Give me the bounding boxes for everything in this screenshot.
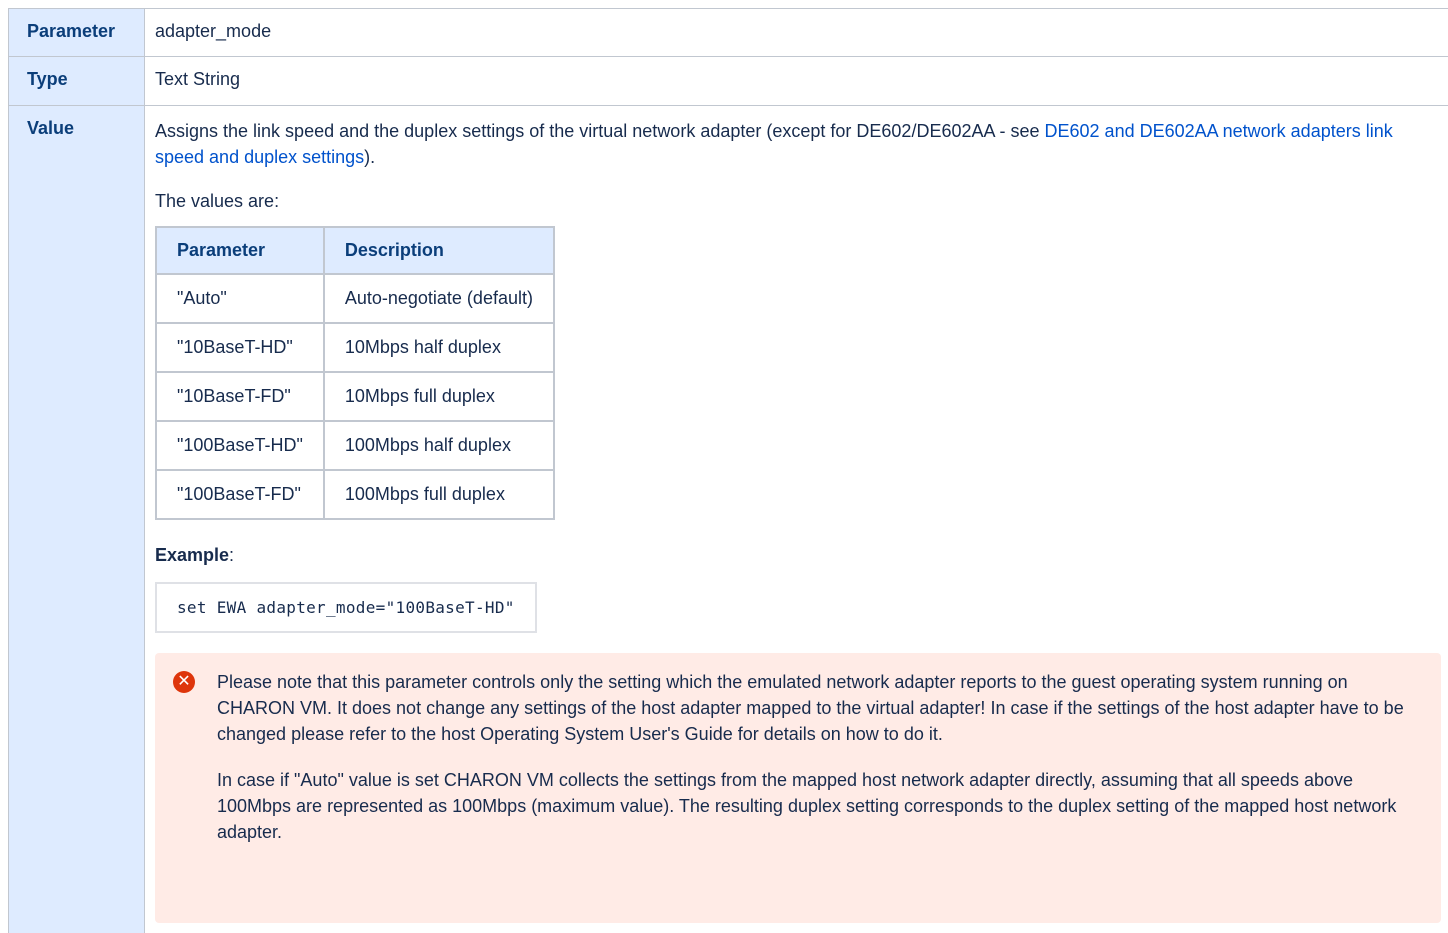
value-label: Value [8, 105, 145, 933]
value-description: Assigns the link speed and the duplex se… [155, 118, 1425, 170]
parameter-row: Parameter adapter_mode [8, 8, 1448, 57]
table-cell-description: 10Mbps full duplex [322, 371, 555, 422]
table-cell-description: 100Mbps full duplex [322, 469, 555, 520]
code-block: set EWA adapter_mode="100BaseT-HD" [155, 582, 537, 633]
type-row: Type Text String [8, 56, 1448, 106]
description-text-end: ). [364, 147, 376, 167]
table-row: "Auto" Auto-negotiate (default) [155, 273, 555, 324]
table-cell-parameter: "10BaseT-FD" [155, 371, 325, 422]
table-row: "10BaseT-FD" 10Mbps full duplex [155, 371, 555, 422]
table-cell-parameter: "100BaseT-HD" [155, 420, 325, 471]
value-cell: Assigns the link speed and the duplex se… [144, 105, 1448, 933]
example-label: Example [155, 545, 230, 565]
warning-paragraph-2: In case if "Auto" value is set CHARON VM… [217, 770, 1397, 842]
warning-panel: ✕ Please note that this parameter contro… [155, 653, 1441, 923]
table-cell-parameter: "Auto" [155, 273, 325, 324]
error-icon: ✕ [173, 671, 195, 693]
values-header-parameter: Parameter [155, 226, 325, 275]
type-value: Text String [144, 56, 1448, 106]
type-label: Type [8, 56, 145, 106]
values-header-description: Description [322, 226, 555, 275]
table-cell-parameter: "100BaseT-FD" [155, 469, 325, 520]
table-cell-description: 100Mbps half duplex [322, 420, 555, 471]
example-colon: : [229, 545, 235, 565]
description-text: Assigns the link speed and the duplex se… [155, 121, 1045, 141]
parameter-label: Parameter [8, 8, 145, 57]
parameter-table: Parameter adapter_mode Type Text String … [8, 8, 1448, 933]
parameter-value: adapter_mode [144, 8, 1448, 57]
table-row: "100BaseT-FD" 100Mbps full duplex [155, 469, 555, 520]
table-cell-description: Auto-negotiate (default) [322, 273, 555, 324]
warning-paragraph-1: Please note that this parameter controls… [217, 672, 1404, 744]
table-row: "10BaseT-HD" 10Mbps half duplex [155, 322, 555, 373]
table-cell-parameter: "10BaseT-HD" [155, 322, 325, 373]
values-table: Parameter Description "Auto" Auto-negoti… [155, 226, 555, 520]
values-table-header: Parameter Description [155, 226, 555, 275]
page: Parameter adapter_mode Type Text String … [0, 0, 1448, 933]
table-cell-description: 10Mbps half duplex [322, 322, 555, 373]
example-heading: Example: [155, 542, 1447, 568]
table-row: "100BaseT-HD" 100Mbps half duplex [155, 420, 555, 471]
value-row: Value Assigns the link speed and the dup… [8, 105, 1448, 933]
values-intro: The values are: [155, 191, 280, 211]
